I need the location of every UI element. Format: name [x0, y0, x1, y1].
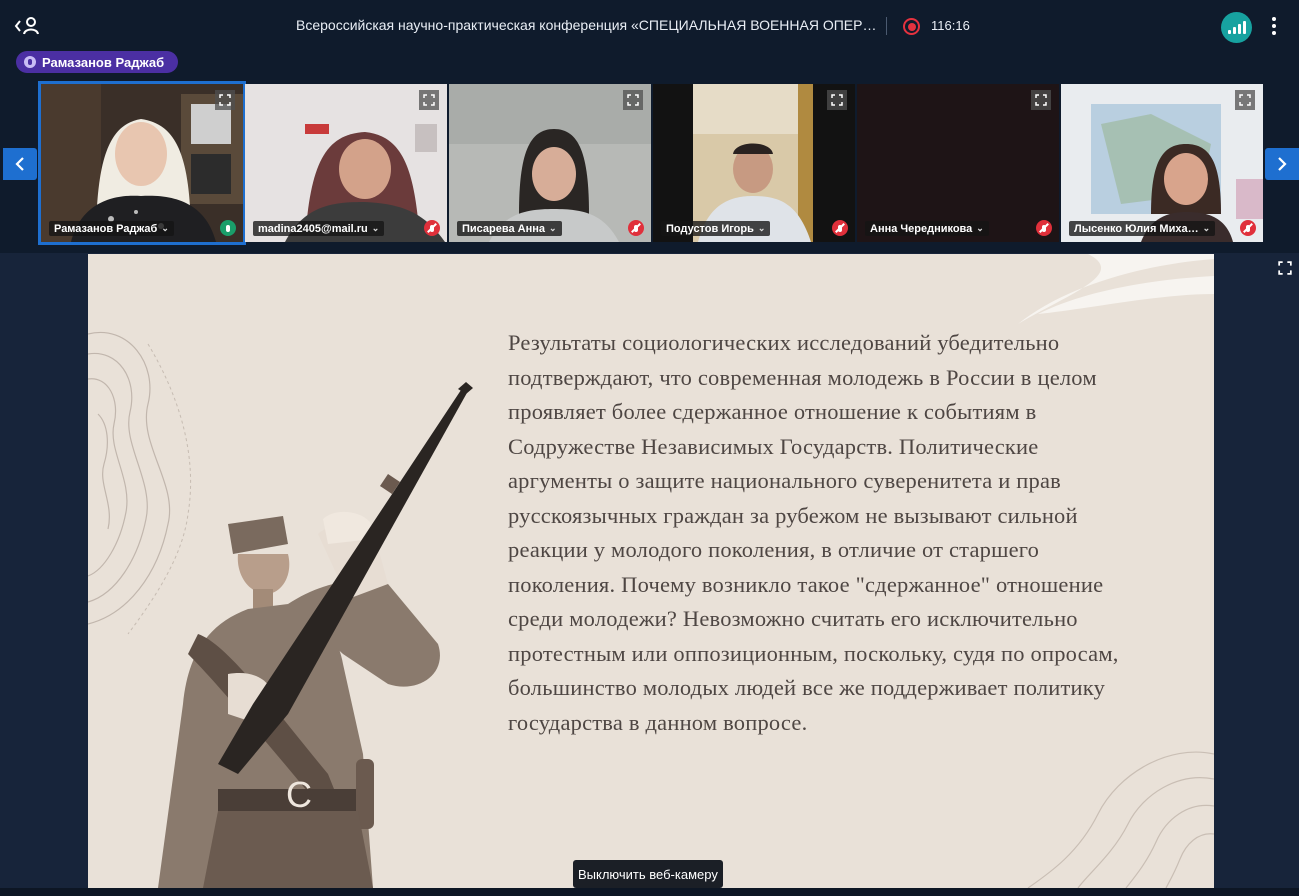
participant-video — [1061, 84, 1263, 242]
chevron-down-icon: ⌄ — [1202, 223, 1211, 233]
active-speaker-badge: Рамазанов Раджаб — [16, 51, 179, 73]
strip-prev-button[interactable] — [3, 148, 37, 180]
buckle-letter: C — [286, 774, 312, 815]
chevron-left-icon — [15, 157, 24, 171]
participant-video — [41, 84, 243, 242]
conference-app: Всероссийская научно-практическая конфер… — [0, 0, 1299, 896]
microphone-muted-icon — [1240, 220, 1256, 236]
microphone-muted-icon — [424, 220, 440, 236]
participant-name: Подустов Игорь — [666, 222, 754, 235]
expand-icon[interactable] — [1275, 258, 1295, 278]
participant-tile[interactable]: Рамазанов Раджаб ⌄ — [38, 81, 246, 245]
participant-name: Писарева Анна — [462, 222, 546, 235]
session-timer: 116:16 — [931, 18, 970, 33]
webcam-toggle-tooltip: Выключить веб-камеру — [573, 860, 723, 888]
presentation-slide: C Результаты социологических исследовани… — [88, 254, 1214, 888]
participant-name-tag[interactable]: Подустов Игорь ⌄ — [661, 221, 771, 236]
slide-body-text: Результаты социологических исследований … — [508, 330, 1119, 735]
chevron-down-icon: ⌄ — [976, 223, 984, 233]
chevron-right-icon — [1278, 157, 1287, 171]
chevron-down-icon: ⌄ — [757, 223, 766, 233]
participant-tile[interactable]: Подустов Игорь ⌄ — [653, 84, 855, 242]
expand-icon[interactable] — [215, 90, 235, 110]
strip-next-button[interactable] — [1265, 148, 1299, 180]
chevron-down-icon: ⌄ — [161, 223, 169, 233]
microphone-muted-icon — [832, 220, 848, 236]
more-vertical-icon[interactable] — [1266, 14, 1282, 38]
participant-name: Рамазанов Раджаб — [54, 222, 158, 235]
participant-video — [653, 84, 855, 242]
chevron-down-icon: ⌄ — [371, 223, 380, 233]
expand-icon[interactable] — [1031, 90, 1051, 110]
participant-name: madina2405@mail.ru — [258, 222, 368, 235]
participant-name-tag[interactable]: Писарева Анна ⌄ — [457, 221, 562, 236]
participant-tile[interactable]: Лысенко Юлия Миха… ⌄ — [1061, 84, 1263, 242]
back-user-icon[interactable] — [14, 14, 42, 38]
expand-icon[interactable] — [827, 90, 847, 110]
participant-name: Лысенко Юлия Миха… — [1074, 222, 1199, 235]
participant-name-tag[interactable]: Анна Чередникова ⌄ — [865, 221, 989, 236]
participant-name-tag[interactable]: Лысенко Юлия Миха… ⌄ — [1069, 221, 1216, 236]
participant-tile[interactable]: Писарева Анна ⌄ — [449, 84, 651, 242]
expand-icon[interactable] — [623, 90, 643, 110]
participant-tile[interactable]: Анна Чередникова ⌄ — [857, 84, 1059, 242]
expand-icon[interactable] — [419, 90, 439, 110]
participant-name-tag[interactable]: Рамазанов Раджаб ⌄ — [49, 221, 174, 236]
active-speaker-name: Рамазанов Раджаб — [42, 54, 165, 70]
participant-name-tag[interactable]: madina2405@mail.ru ⌄ — [253, 221, 385, 236]
participant-tile[interactable]: madina2405@mail.ru ⌄ — [245, 84, 447, 242]
microphone-icon — [24, 56, 36, 68]
divider — [886, 17, 887, 35]
microphone-on-icon — [220, 220, 236, 236]
participant-video — [449, 84, 651, 242]
microphone-muted-icon — [628, 220, 644, 236]
expand-icon[interactable] — [1235, 90, 1255, 110]
bottom-toolbar-edge — [0, 888, 1299, 896]
participant-video — [857, 84, 1059, 242]
participant-name: Анна Чередникова — [870, 222, 973, 235]
microphone-muted-icon — [1036, 220, 1052, 236]
record-icon[interactable] — [903, 18, 920, 35]
participant-video — [245, 84, 447, 242]
chevron-down-icon: ⌄ — [549, 223, 557, 233]
conference-title: Всероссийская научно-практическая конфер… — [296, 17, 877, 33]
top-bar: Всероссийская научно-практическая конфер… — [0, 0, 1299, 52]
signal-icon[interactable] — [1221, 12, 1252, 43]
